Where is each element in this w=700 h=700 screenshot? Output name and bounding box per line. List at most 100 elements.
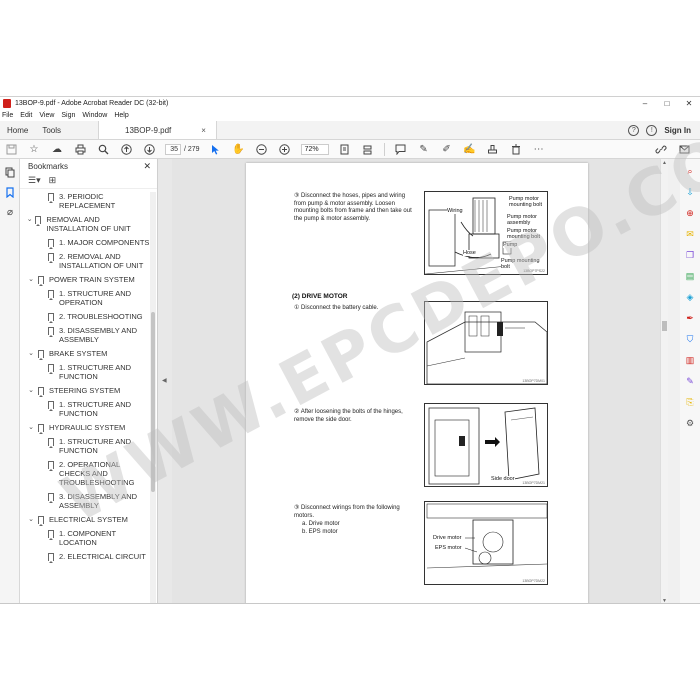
print-icon[interactable] <box>73 142 87 156</box>
help-icon[interactable]: ? <box>628 124 640 136</box>
search-tool-icon[interactable]: ⌕ <box>684 165 696 177</box>
document-scrollbar-thumb[interactable] <box>662 321 667 331</box>
more-tools-settings-icon[interactable]: ⚙ <box>684 417 696 429</box>
menu-edit[interactable]: Edit <box>20 112 32 119</box>
bookmark-item[interactable]: ⌄ REMOVAL AND INSTALLATION OF UNIT <box>20 215 150 233</box>
scroll-down-icon[interactable]: ▼ <box>662 598 667 603</box>
bookmark-label: ELECTRICAL SYSTEM <box>49 515 128 524</box>
tab-home[interactable]: Home <box>0 121 35 139</box>
bookmark-item[interactable]: ⌄ POWER TRAIN SYSTEM <box>20 275 150 286</box>
draw-icon[interactable]: ✐ <box>440 142 454 156</box>
upload-cloud-icon[interactable]: ☁ <box>50 142 64 156</box>
tab-close-icon[interactable]: × <box>201 126 206 135</box>
menu-file[interactable]: File <box>2 112 13 119</box>
bookmark-item[interactable]: ⌄ ELECTRICAL SYSTEM <box>20 515 150 526</box>
bookmark-item[interactable]: 1. STRUCTURE AND FUNCTION <box>20 400 150 418</box>
menu-help[interactable]: Help <box>114 112 128 119</box>
document-scrollbar[interactable]: ▲ ▼ <box>660 159 668 603</box>
bookmark-item[interactable]: 3. PERIODIC REPLACEMENT <box>20 192 150 210</box>
bookmark-item[interactable]: 1. STRUCTURE AND FUNCTION <box>20 437 150 455</box>
hand-tool-icon[interactable]: ✋ <box>232 142 246 156</box>
bookmark-item[interactable]: 2. ELECTRICAL CIRCUIT <box>20 552 150 563</box>
select-cursor-icon[interactable] <box>209 142 223 156</box>
menu-bar: File Edit View Sign Window Help <box>0 110 700 121</box>
menu-view[interactable]: View <box>39 112 54 119</box>
bookmarks-scrollbar-thumb[interactable] <box>151 312 155 492</box>
zoom-level-select[interactable]: 72% <box>300 143 329 155</box>
bookmark-item[interactable]: 2. REMOVAL AND INSTALLATION OF UNIT <box>20 252 150 270</box>
share-link-icon[interactable] <box>654 142 668 156</box>
search-icon[interactable] <box>96 142 110 156</box>
compress-pdf-icon[interactable]: ◈ <box>684 291 696 303</box>
maximize-button[interactable]: □ <box>656 97 678 110</box>
chevron-down-icon[interactable]: ⌄ <box>26 215 33 224</box>
chevron-down-icon[interactable]: ⌄ <box>26 423 36 432</box>
zoom-out-icon[interactable] <box>255 142 269 156</box>
comment-tool-icon[interactable]: ✉ <box>684 228 696 240</box>
figure-code: 13BOP7DM21 <box>522 481 545 485</box>
bookmark-options-icon[interactable]: ☰▾ <box>28 175 41 186</box>
chevron-down-icon[interactable]: ⌄ <box>26 515 36 524</box>
export-pdf-icon[interactable]: ⇩ <box>684 186 696 198</box>
chevron-down-icon[interactable]: ⌄ <box>26 386 36 395</box>
tab-document[interactable]: 13BOP-9.pdf × <box>98 121 217 139</box>
fit-page-icon[interactable] <box>338 142 352 156</box>
bookmark-item[interactable]: 1. STRUCTURE AND OPERATION <box>20 289 150 307</box>
document-viewer[interactable]: ③ Disconnect the hoses, pipes and wiring… <box>172 159 660 603</box>
menu-window[interactable]: Window <box>82 112 107 119</box>
delete-icon[interactable] <box>509 142 523 156</box>
bookmarks-panel-icon[interactable] <box>3 185 17 199</box>
attachments-paperclip-icon[interactable]: ⌀ <box>3 205 17 219</box>
scrolling-mode-icon[interactable] <box>361 142 375 156</box>
bookmark-star-icon[interactable]: ☆ <box>27 142 41 156</box>
send-for-review-icon[interactable]: ⎘ <box>684 396 696 408</box>
close-bookmarks-icon[interactable]: ✕ <box>143 161 151 172</box>
page-thumbnails-icon[interactable] <box>3 165 17 179</box>
create-pdf-icon[interactable]: ⊕ <box>684 207 696 219</box>
next-page-icon[interactable] <box>142 142 156 156</box>
close-window-button[interactable]: ✕ <box>678 97 700 110</box>
more-tools-icon[interactable]: ⋯ <box>532 142 546 156</box>
scroll-up-icon[interactable]: ▲ <box>662 160 667 166</box>
bookmark-item[interactable]: 2. TROUBLESHOOTING <box>20 312 150 323</box>
edit-text-icon[interactable]: ✍ <box>463 142 477 156</box>
bookmark-item[interactable]: 1. MAJOR COMPONENTS <box>20 238 150 249</box>
protect-shield-icon[interactable]: ⛉ <box>684 333 696 345</box>
stamp-icon[interactable] <box>486 142 500 156</box>
organize-pages-icon[interactable]: ▤ <box>684 270 696 282</box>
add-bookmark-icon[interactable]: ⊞ <box>49 175 57 186</box>
tab-tools[interactable]: Tools <box>35 121 68 139</box>
bookmark-item[interactable]: 3. DISASSEMBLY AND ASSEMBLY <box>20 326 150 344</box>
zoom-in-icon[interactable] <box>278 142 292 156</box>
panel-collapse-handle[interactable]: ◀ <box>158 159 172 603</box>
bookmark-flag-icon <box>48 530 54 540</box>
email-icon[interactable] <box>677 142 691 156</box>
bookmark-item[interactable]: ⌄ HYDRAULIC SYSTEM <box>20 423 150 434</box>
bookmark-item[interactable]: 1. STRUCTURE AND FUNCTION <box>20 363 150 381</box>
notifications-icon[interactable]: ! <box>646 124 658 136</box>
sign-in-button[interactable]: Sign In <box>664 126 691 135</box>
chevron-down-icon[interactable]: ⌄ <box>26 349 36 358</box>
combine-files-icon[interactable]: ❐ <box>684 249 696 261</box>
page-number-input[interactable]: 35 <box>165 143 181 155</box>
fill-sign-icon[interactable]: ✒ <box>684 312 696 324</box>
comment-icon[interactable] <box>394 142 408 156</box>
highlight-pen-icon[interactable]: ✎ <box>417 142 431 156</box>
redact-icon[interactable]: ▥ <box>684 354 696 366</box>
edit-pdf-icon[interactable]: ✎ <box>684 375 696 387</box>
bookmark-label: 2. TROUBLESHOOTING <box>59 312 143 321</box>
bookmark-item[interactable]: 1. COMPONENT LOCATION <box>20 529 150 547</box>
chevron-down-icon[interactable]: ⌄ <box>26 275 36 284</box>
minimize-button[interactable]: – <box>634 97 656 110</box>
previous-page-icon[interactable] <box>119 142 133 156</box>
menu-sign[interactable]: Sign <box>61 112 75 119</box>
label-drive-motor: Drive motor <box>433 535 462 541</box>
bookmark-item[interactable]: ⌄ BRAKE SYSTEM <box>20 349 150 360</box>
step-disconnect-battery: ① Disconnect the battery cable. <box>294 305 379 311</box>
bookmark-item[interactable]: 3. DISASSEMBLY AND ASSEMBLY <box>20 492 150 510</box>
pdf-page: ③ Disconnect the hoses, pipes and wiring… <box>246 163 588 603</box>
bookmark-item[interactable]: ⌄ STEERING SYSTEM <box>20 386 150 397</box>
bookmark-item[interactable]: 2. OPERATIONAL CHECKS AND TROUBLESHOOTIN… <box>20 460 150 487</box>
save-icon[interactable] <box>4 142 18 156</box>
bookmarks-scrollbar[interactable] <box>150 192 156 603</box>
